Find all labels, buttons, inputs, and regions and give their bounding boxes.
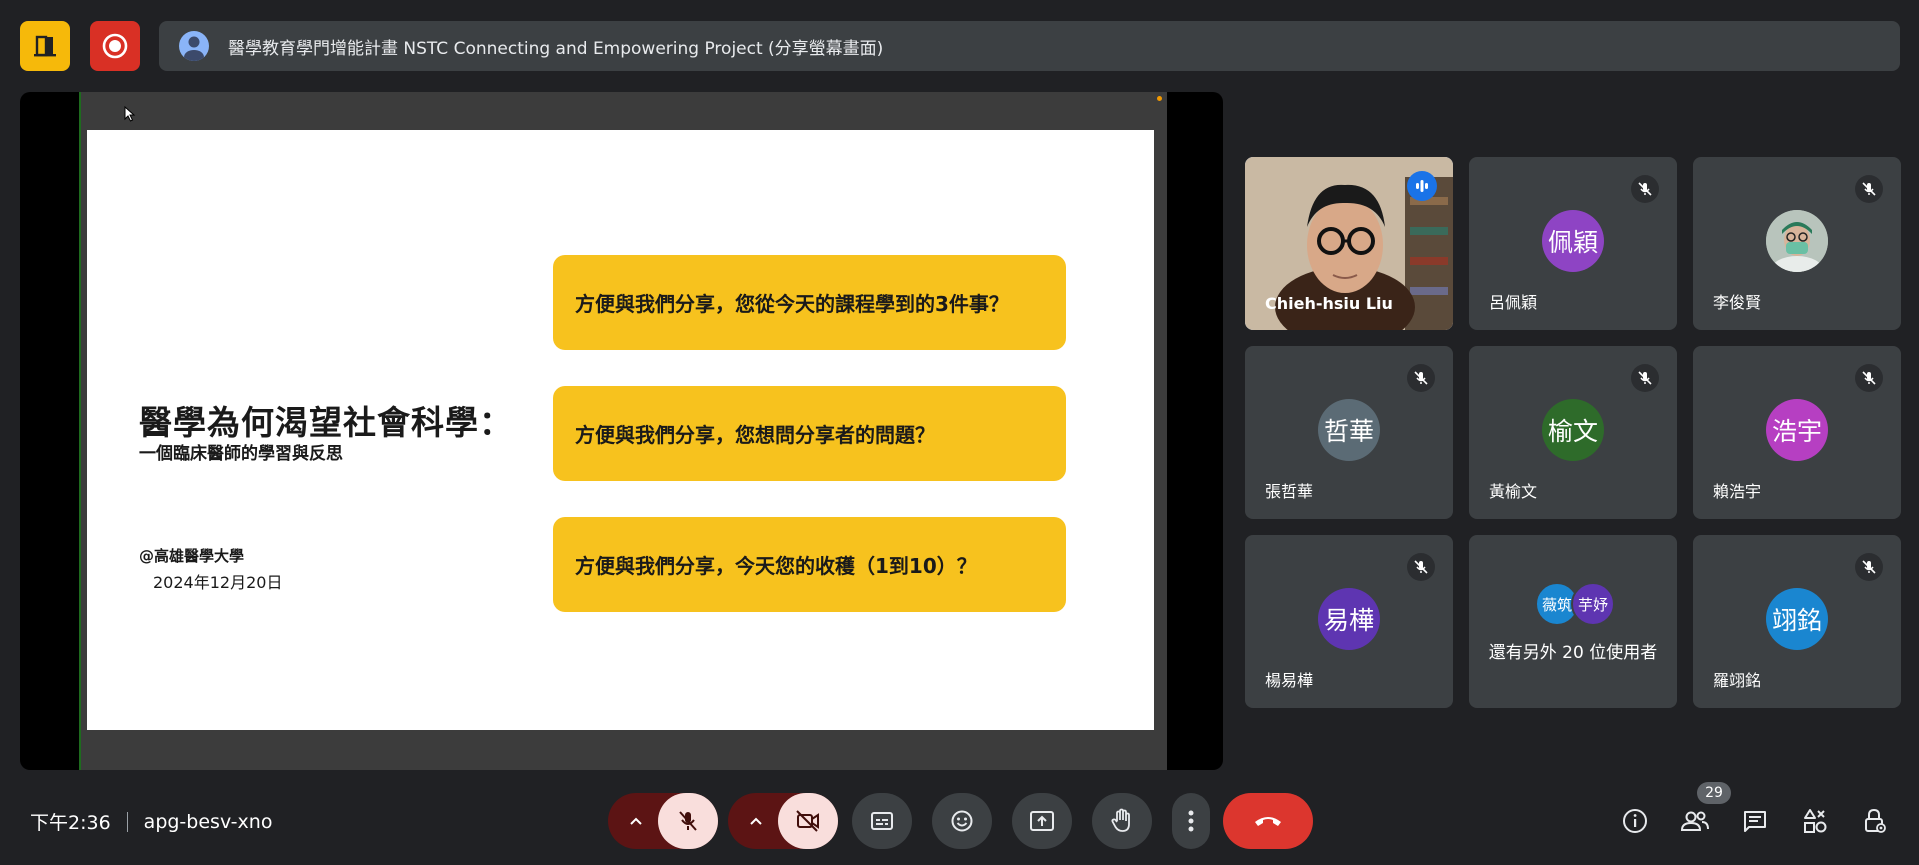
avatar: 浩宇 <box>1766 399 1828 461</box>
mic-off-icon <box>1855 175 1883 203</box>
chat-button[interactable] <box>1735 801 1775 841</box>
raise-hand-button[interactable] <box>1092 793 1152 849</box>
mic-off-icon <box>1407 553 1435 581</box>
meeting-info: 下午2:36 apg-besv-xno <box>30 808 272 835</box>
door-icon <box>32 33 58 59</box>
participant-name: 張哲華 <box>1265 482 1314 501</box>
avatar <box>1766 210 1828 272</box>
top-bar: 醫學教育學門增能計畫 NSTC Connecting and Empowerin… <box>0 0 1919 90</box>
person-icon <box>179 31 209 61</box>
people-icon <box>1680 809 1710 833</box>
others-avatars: 薇筑 芋妤 <box>1535 582 1615 626</box>
question-box-3: 方便與我們分享，今天您的收穫（1到10）？ <box>553 517 1066 612</box>
recording-button[interactable] <box>90 21 140 71</box>
avatar: 易樺 <box>1318 588 1380 650</box>
more-options-button[interactable] <box>1172 793 1210 849</box>
captions-button[interactable] <box>852 793 912 849</box>
avatar: 哲華 <box>1318 399 1380 461</box>
participant-name: Chieh-hsiu Liu <box>1265 294 1393 313</box>
host-controls-button[interactable] <box>1855 801 1895 841</box>
chat-icon <box>1742 809 1768 833</box>
reactions-button[interactable] <box>932 793 992 849</box>
participant-tile[interactable]: 榆文 黃榆文 <box>1469 346 1677 519</box>
question-box-2: 方便與我們分享，您想問分享者的問題？ <box>553 386 1066 481</box>
presentation-stage: 醫學為何渴望社會科學： 一個臨床醫師的學習與反思 @高雄醫學大學 2024年12… <box>20 92 1223 770</box>
avatar: 佩穎 <box>1542 210 1604 272</box>
participant-tile[interactable]: 翊銘 羅翊銘 <box>1693 535 1901 708</box>
slide-title: 醫學為何渴望社會科學： <box>139 403 513 442</box>
mic-off-icon <box>676 809 700 833</box>
raise-hand-icon <box>1110 808 1134 834</box>
participant-tile[interactable]: 浩宇 賴浩宇 <box>1693 346 1901 519</box>
captions-icon <box>870 811 894 831</box>
presenter-avatar <box>179 31 209 61</box>
avatar: 翊銘 <box>1766 588 1828 650</box>
others-count-label: 還有另外 20 位使用者 <box>1488 643 1658 663</box>
breakout-room-button[interactable] <box>20 21 70 71</box>
participant-tile[interactable]: 易樺 楊易樺 <box>1245 535 1453 708</box>
audio-options-button[interactable] <box>612 793 660 849</box>
participant-tile-speaker[interactable]: Chieh-hsiu Liu <box>1245 157 1453 330</box>
end-call-icon <box>1253 814 1283 828</box>
mic-off-icon <box>1631 364 1659 392</box>
leave-call-button[interactable] <box>1223 793 1313 849</box>
clock-time: 下午2:36 <box>30 812 111 834</box>
meeting-details-button[interactable] <box>1615 801 1655 841</box>
participant-tile[interactable]: 李俊賢 <box>1693 157 1901 330</box>
participant-tile[interactable]: 佩穎 呂佩穎 <box>1469 157 1677 330</box>
info-icon <box>1622 808 1648 834</box>
mic-off-icon <box>1855 364 1883 392</box>
mouse-cursor-icon <box>124 106 136 122</box>
mic-off-icon <box>1631 175 1659 203</box>
more-vert-icon <box>1188 810 1194 832</box>
people-button[interactable] <box>1675 801 1715 841</box>
emoji-icon <box>950 809 974 833</box>
slide-organization: @高雄醫學大學 <box>139 547 245 565</box>
speaking-indicator-icon <box>1407 171 1437 201</box>
host-controls-icon <box>1863 808 1887 834</box>
mic-off-icon <box>1407 364 1435 392</box>
avatar: 榆文 <box>1542 399 1604 461</box>
divider <box>126 811 128 832</box>
slide: 醫學為何渴望社會科學： 一個臨床醫師的學習與反思 @高雄醫學大學 2024年12… <box>87 130 1154 730</box>
participant-tile[interactable]: 哲華 張哲華 <box>1245 346 1453 519</box>
participant-name: 呂佩穎 <box>1489 293 1538 312</box>
present-screen-button[interactable] <box>1012 793 1072 849</box>
present-icon <box>1029 810 1055 832</box>
avatar: 芋妤 <box>1571 582 1615 626</box>
recording-indicator-dot <box>1157 96 1162 101</box>
activities-icon <box>1802 808 1828 834</box>
slide-subtitle: 一個臨床醫師的學習與反思 <box>139 444 343 464</box>
question-box-1: 方便與我們分享，您從今天的課程學到的3件事？ <box>553 255 1066 350</box>
participant-name: 黃榆文 <box>1489 482 1538 501</box>
meeting-title: 醫學教育學門增能計畫 NSTC Connecting and Empowerin… <box>228 38 884 59</box>
record-icon <box>101 32 129 60</box>
participant-name: 羅翊銘 <box>1713 671 1762 690</box>
participant-name: 楊易樺 <box>1265 671 1314 690</box>
meeting-code: apg-besv-xno <box>143 810 273 833</box>
slide-date: 2024年12月20日 <box>153 573 283 592</box>
participant-name: 賴浩宇 <box>1713 482 1762 501</box>
camera-off-icon <box>795 809 821 833</box>
mic-off-icon <box>1855 553 1883 581</box>
presentation-title-bar[interactable]: 醫學教育學門增能計畫 NSTC Connecting and Empowerin… <box>159 21 1900 71</box>
camera-toggle-button[interactable] <box>778 793 838 849</box>
activities-button[interactable] <box>1795 801 1835 841</box>
chevron-up-icon <box>629 816 643 826</box>
microphone-toggle-button[interactable] <box>658 793 718 849</box>
chevron-up-icon <box>749 816 763 826</box>
others-tile[interactable]: 薇筑 芋妤 還有另外 20 位使用者 <box>1469 535 1677 708</box>
participant-name: 李俊賢 <box>1713 293 1762 312</box>
video-options-button[interactable] <box>732 793 780 849</box>
